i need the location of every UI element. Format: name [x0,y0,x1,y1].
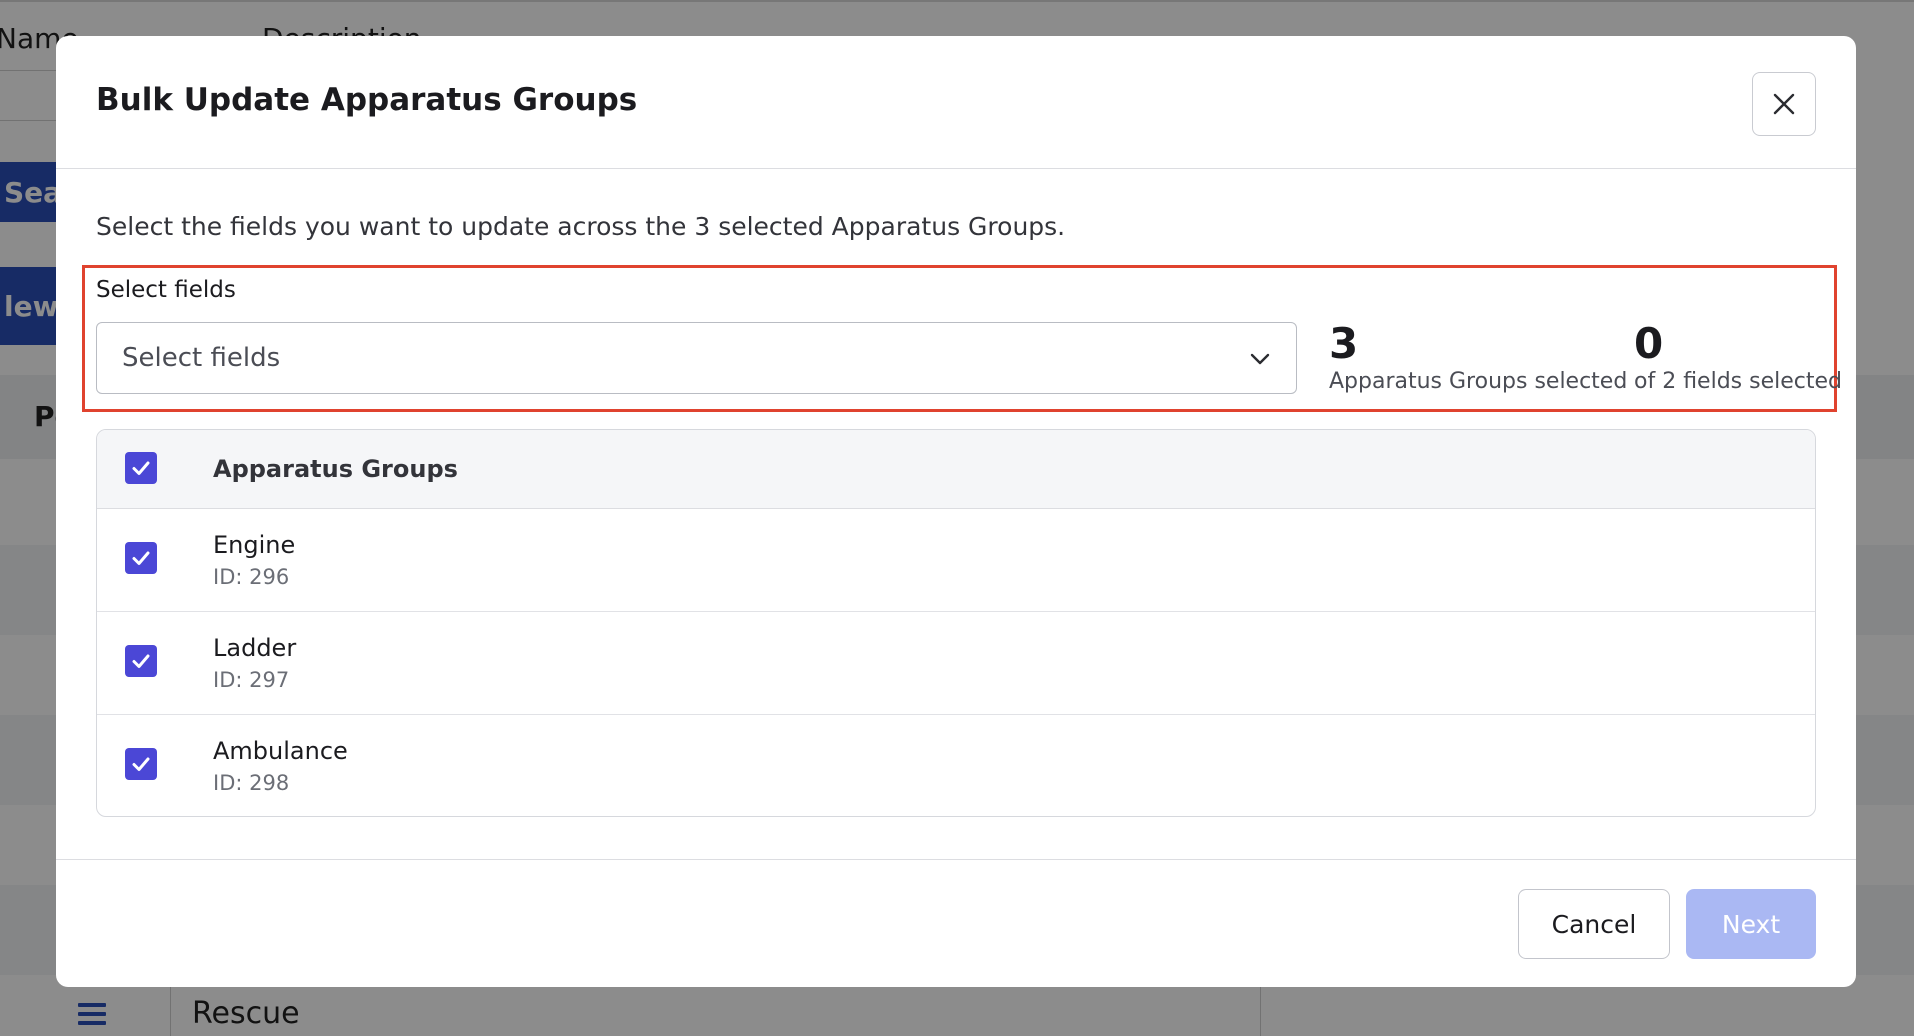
row-checkbox[interactable] [125,645,157,677]
select-all-checkbox[interactable] [125,452,157,484]
modal-title: Bulk Update Apparatus Groups [96,82,638,118]
item-name: Engine [213,531,296,559]
next-button[interactable]: Next [1686,889,1816,959]
select-fields-label: Select fields [96,277,236,303]
close-icon [1773,93,1795,115]
fields-selected-label: of 2 fields selected [1634,369,1842,395]
list-header: Apparatus Groups [97,430,1815,509]
checkmark-icon [132,757,150,771]
fields-selected-count: 0 [1634,319,1664,368]
row-checkbox[interactable] [125,748,157,780]
cancel-button[interactable]: Cancel [1518,889,1670,959]
list-item: Engine ID: 296 [97,509,1815,612]
checkmark-icon [132,654,150,668]
fields-selected-stat: 0 of 2 fields selected [1634,319,1842,395]
row-checkbox[interactable] [125,542,157,574]
modal-header: Bulk Update Apparatus Groups [56,36,1856,169]
apparatus-groups-list: Apparatus Groups Engine ID: 296 Ladder I… [96,429,1816,817]
chevron-down-icon [1250,353,1270,365]
select-fields-dropdown[interactable]: Select fields [96,322,1297,394]
groups-selected-count: 3 [1329,319,1359,368]
select-fields-placeholder: Select fields [122,343,281,373]
checkmark-icon [132,461,150,475]
item-id: ID: 297 [213,668,290,692]
groups-selected-label: Apparatus Groups selected [1329,369,1628,395]
item-name: Ladder [213,634,297,662]
bulk-update-modal: Bulk Update Apparatus Groups Select the … [56,36,1856,987]
checkmark-icon [132,551,150,565]
groups-selected-stat: 3 Apparatus Groups selected [1329,319,1628,395]
item-id: ID: 298 [213,771,290,795]
list-item: Ladder ID: 297 [97,612,1815,715]
list-header-label: Apparatus Groups [213,455,458,483]
modal-footer: Cancel Next [56,859,1856,987]
close-button[interactable] [1752,72,1816,136]
item-name: Ambulance [213,737,348,765]
item-id: ID: 296 [213,565,290,589]
list-item: Ambulance ID: 298 [97,715,1815,816]
intro-text: Select the fields you want to update acr… [96,212,1066,241]
